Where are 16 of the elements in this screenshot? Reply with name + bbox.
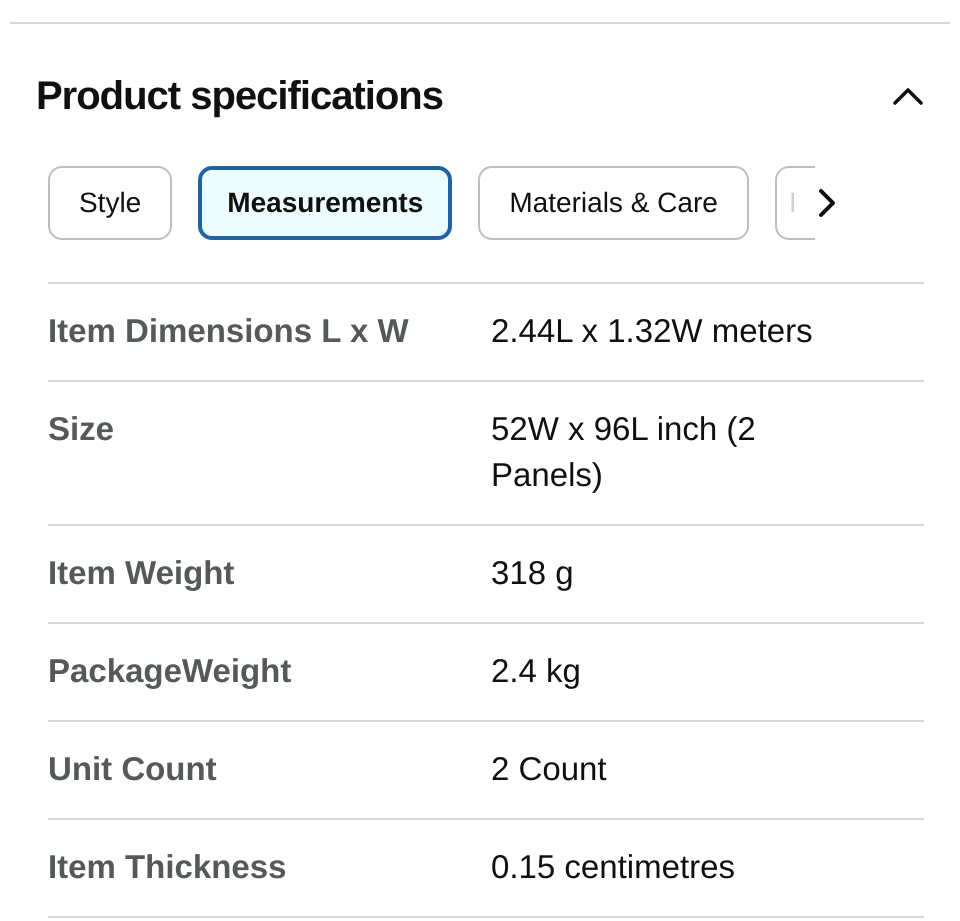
spec-label: Item Weight — [48, 553, 236, 593]
spec-value: 2 Count — [491, 749, 608, 789]
spec-tab[interactable]: Measurements — [198, 166, 452, 240]
spec-label: Unit Count — [48, 749, 218, 789]
section-title: Product specifications — [36, 73, 443, 120]
spec-label: PackageWeight — [48, 651, 292, 691]
spec-value: 318 g — [491, 553, 575, 593]
spec-value: 52W x 96L inch (2 Panels) — [491, 409, 757, 495]
spec-label: Size — [48, 409, 116, 449]
spec-value: 2.44L x 1.32W meters — [491, 311, 814, 351]
spec-label: Item Thickness — [48, 847, 288, 887]
spec-tab[interactable]: Style — [48, 166, 172, 240]
spec-tab[interactable]: Materials & Care — [478, 166, 749, 240]
spec-label: Item Dimensions L x W — [48, 311, 410, 351]
spec-value: 2.4 kg — [491, 651, 582, 691]
spec-value: 0.15 centimetres — [491, 847, 736, 887]
